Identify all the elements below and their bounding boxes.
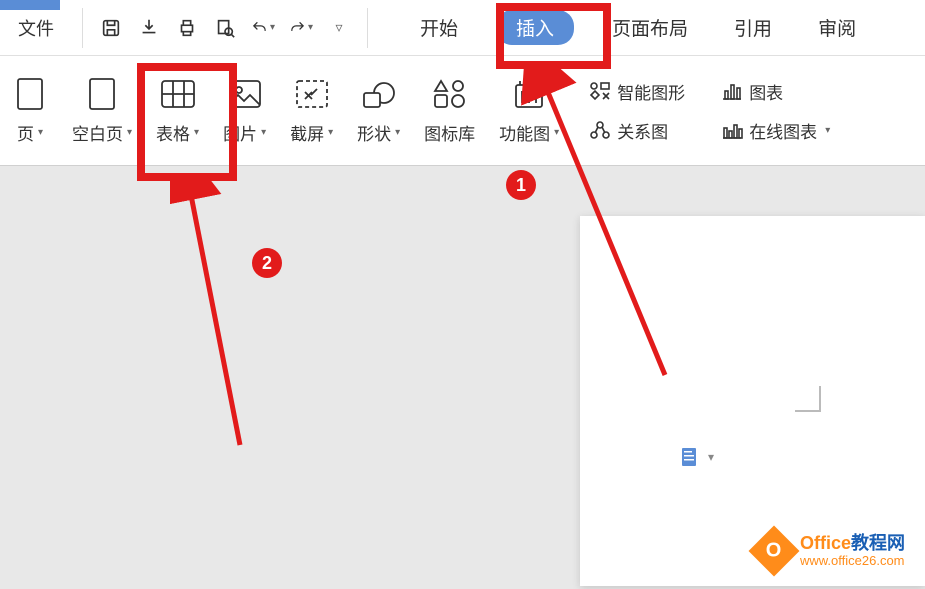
- ribbon-column-1: 智能图形 关系图: [571, 67, 703, 155]
- cover-page-label: 页: [17, 120, 34, 145]
- print-icon[interactable]: [175, 16, 199, 40]
- ribbon-column-2: 图表 在线图表 ▾: [703, 67, 848, 155]
- file-menu[interactable]: 文件: [18, 15, 54, 41]
- picture-icon: [227, 76, 263, 112]
- document-glyph-icon: [680, 446, 700, 468]
- save-icon[interactable]: [99, 16, 123, 40]
- icon-library-button[interactable]: 图标库: [412, 68, 487, 153]
- chevron-down-icon: ▾: [328, 127, 333, 138]
- chevron-down-icon: ▾: [395, 127, 400, 138]
- blank-page-icon: [84, 76, 120, 112]
- ribbon-insert: 页▾ 空白页▾ 表格▾ 图片▾ 截屏▾ 形状▾ 图标库: [0, 56, 925, 166]
- chart-button[interactable]: 图表: [713, 75, 838, 108]
- paragraph-control[interactable]: ▾: [680, 446, 714, 468]
- chevron-down-icon: ▾: [38, 127, 43, 138]
- table-icon: [160, 76, 196, 112]
- shapes-button[interactable]: 形状 ▾: [345, 68, 412, 153]
- cover-page-button[interactable]: 页▾: [0, 68, 60, 153]
- annotation-badge-1: 1: [506, 170, 536, 200]
- online-chart-button[interactable]: 在线图表 ▾: [713, 114, 838, 147]
- tab-start[interactable]: 开始: [412, 10, 466, 45]
- shapes-icon: [361, 76, 397, 112]
- chart-label: 图表: [749, 79, 783, 104]
- document-canvas: ▾: [0, 166, 925, 589]
- page-margin-mark: [795, 386, 821, 412]
- ribbon-tabs: 开始 插入 页面布局 引用 审阅: [412, 10, 864, 45]
- picture-button[interactable]: 图片 ▾: [211, 68, 278, 153]
- watermark: O Office教程网 www.office26.com: [756, 533, 905, 569]
- icon-library-icon: [432, 76, 468, 112]
- screenshot-label: 截屏: [290, 120, 324, 145]
- watermark-logo-icon: O: [749, 526, 800, 577]
- title-bar-accent: [0, 0, 60, 10]
- relation-chart-button[interactable]: 关系图: [581, 114, 693, 147]
- function-chart-button[interactable]: 功能图 ▾: [487, 68, 571, 153]
- blank-page-label: 空白页: [72, 120, 123, 145]
- smart-art-button[interactable]: 智能图形: [581, 75, 693, 108]
- watermark-url: www.office26.com: [800, 554, 905, 568]
- tab-review[interactable]: 审阅: [810, 10, 864, 45]
- blank-page-button[interactable]: 空白页 ▾: [60, 68, 144, 153]
- screenshot-button[interactable]: 截屏 ▾: [278, 68, 345, 153]
- smart-art-label: 智能图形: [617, 79, 685, 104]
- tab-insert[interactable]: 插入: [496, 10, 574, 45]
- annotation-badge-2: 2: [252, 248, 282, 278]
- screenshot-icon: [294, 76, 330, 112]
- tab-references[interactable]: 引用: [726, 10, 780, 45]
- top-bar: 文件 ▾ ▾ ▿ 开始 插入 页面布局 引用 审阅: [0, 0, 925, 56]
- smart-art-icon: [589, 81, 611, 101]
- online-chart-icon: [721, 120, 743, 140]
- export-icon[interactable]: [137, 16, 161, 40]
- chart-icon: [721, 81, 743, 101]
- qat-customize-icon[interactable]: ▿: [327, 16, 351, 40]
- function-chart-icon: [511, 76, 547, 112]
- chevron-down-icon: ▾: [261, 127, 266, 138]
- online-chart-label: 在线图表: [749, 118, 817, 143]
- chevron-down-icon: ▾: [270, 22, 275, 33]
- table-label: 表格: [156, 120, 190, 145]
- table-button[interactable]: 表格 ▾: [144, 68, 211, 153]
- relation-chart-label: 关系图: [617, 118, 668, 143]
- chevron-down-icon: ▾: [127, 127, 132, 138]
- chevron-down-icon: ▾: [708, 450, 714, 464]
- icon-library-label: 图标库: [424, 120, 475, 145]
- chevron-down-icon: ▾: [308, 22, 313, 33]
- shapes-label: 形状: [357, 120, 391, 145]
- picture-label: 图片: [223, 120, 257, 145]
- tab-page-layout[interactable]: 页面布局: [604, 10, 696, 45]
- undo-icon[interactable]: ▾: [251, 16, 275, 40]
- function-chart-label: 功能图: [499, 120, 550, 145]
- page-icon: [12, 76, 48, 112]
- relation-chart-icon: [589, 120, 611, 140]
- chevron-down-icon: ▾: [825, 125, 830, 136]
- quick-access-toolbar: ▾ ▾ ▿: [82, 8, 368, 48]
- print-preview-icon[interactable]: [213, 16, 237, 40]
- chevron-down-icon: ▾: [194, 127, 199, 138]
- document-page[interactable]: ▾: [580, 216, 925, 586]
- watermark-title: Office教程网: [800, 534, 905, 554]
- chevron-down-icon: ▾: [554, 127, 559, 138]
- redo-icon[interactable]: ▾: [289, 16, 313, 40]
